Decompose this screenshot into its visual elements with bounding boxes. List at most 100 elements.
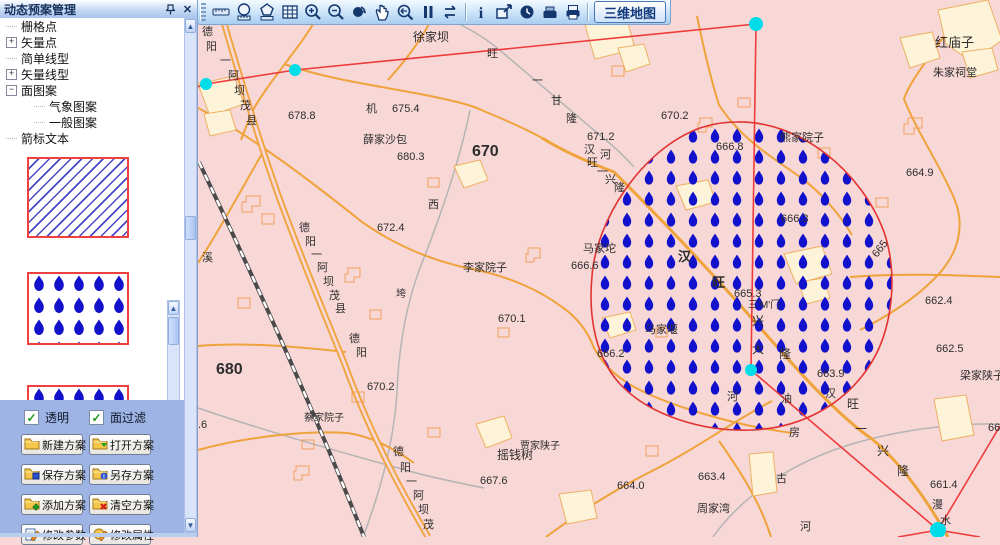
circle-measure-icon[interactable] [232,2,255,22]
tree-item-一般图案[interactable]: 一般图案 [0,114,184,130]
map-label: 隆 [614,180,625,194]
expand-icon[interactable]: + [6,69,17,80]
map-label: 阿 [317,261,328,274]
plan-manager-panel: 动态预案管理 ✕ 栅格点+矢量点简单线型+矢量线型−面图案气象图案一般图案箭标文… [0,0,198,537]
collapse-icon[interactable]: − [6,85,17,96]
save-plan-button[interactable]: 保存方案 [21,464,83,485]
clear-plan-button[interactable]: 清空方案 [89,494,151,515]
vertex-handle[interactable] [745,364,757,376]
expand-icon[interactable]: + [6,37,17,48]
open-plan-icon [92,436,108,454]
scroll-up-icon[interactable]: ▲ [185,19,196,33]
map-label: 670.2 [661,110,689,122]
tree-item-矢量点[interactable]: +矢量点 [0,34,184,50]
checkbox-面过滤[interactable]: ✓ [89,410,104,425]
preview-hatch-pattern[interactable] [27,157,129,238]
map-label: 670.2 [367,381,395,393]
checkbox-透明[interactable]: ✓ [24,410,39,425]
add-plan-button[interactable]: 添加方案 [21,494,83,515]
map-canvas[interactable]: 徐家坝红庙子朱家祠堂678.8机675.4薛家沙包680.3670680672.… [197,0,1000,537]
scroll-thumb[interactable] [185,216,196,240]
map-label: 663.9 [817,368,845,380]
map-label: 66 [988,422,1000,434]
vertex-handle[interactable] [200,78,212,90]
panel-scrollbar[interactable]: ▲ ▼ [184,18,197,533]
map-label: 672.4 [377,222,405,234]
tree-item-label: 箭标文本 [21,130,69,147]
tree-item-面图案[interactable]: −面图案 [0,82,184,98]
tree-item-矢量线型[interactable]: +矢量线型 [0,66,184,82]
zoom-in-icon[interactable] [301,2,324,22]
grid-icon[interactable] [278,2,301,22]
tree-item-简单线型[interactable]: 简单线型 [0,50,184,66]
pause-icon[interactable] [416,2,439,22]
zoom-previous-icon[interactable] [393,2,416,22]
vertex-handle[interactable] [749,17,763,31]
map-label: 一 [406,476,417,488]
map-label: 县 [335,302,346,315]
new-plan-icon [24,436,40,454]
info-icon[interactable]: i [469,2,492,22]
scroll-down-icon[interactable]: ▼ [185,518,196,532]
map-label: 一 [220,55,231,67]
map-label: 666.2 [597,348,625,360]
map-label: 梁家陕子 [960,368,1000,382]
map-label: 670.1 [498,313,526,325]
print-icon[interactable] [561,2,584,22]
map-viewport[interactable]: 徐家坝红庙子朱家祠堂678.8机675.4薛家沙包680.3670680672.… [197,0,1000,537]
map-3d-button[interactable]: 三维地图 [594,1,666,23]
button-label: 另存方案 [110,467,154,483]
map-label: 机 [366,101,377,115]
close-icon[interactable]: ✕ [180,2,195,16]
zoom-out-icon[interactable] [324,2,347,22]
globe-back-icon[interactable] [347,2,370,22]
map-label: 德 [393,444,404,458]
open-plan-button[interactable]: 打开方案 [89,434,151,455]
scroll-thumb[interactable] [168,317,179,345]
new-plan-button[interactable]: 新建方案 [21,434,83,455]
export-icon[interactable] [492,2,515,22]
preview-raindrop-pattern[interactable] [27,272,129,345]
map-label: 熊家院子 [780,130,824,144]
button-label: 保存方案 [42,467,86,483]
map-label: 665.3 [734,288,762,300]
map-label: 670 [472,143,499,160]
map-label: 隆 [897,463,909,478]
button-label: 新建方案 [42,437,86,453]
preview-raindrop-pattern-partial[interactable] [27,385,129,400]
swap-arrows-icon[interactable] [439,2,462,22]
history-clock-icon[interactable] [515,2,538,22]
plan-control-panel: ✓透明✓面过滤 新建方案打开方案保存方案i另存方案添加方案清空方案修改参数修改属… [0,400,184,533]
map-label: 666.3 [781,213,809,225]
map-label: 水 [940,514,951,527]
map-label: 664.0 [617,480,645,492]
polygon-measure-icon[interactable] [255,2,278,22]
saveas-plan-button[interactable]: i另存方案 [89,464,151,485]
ruler-measure-icon[interactable] [209,2,232,22]
map-label: 河 [800,520,811,533]
vertex-handle[interactable] [289,64,301,76]
map-label: 阳 [356,346,367,359]
tree-item-label: 栅格点 [21,18,57,35]
map-label: 阳 [206,40,217,53]
toolbar-separator [465,3,466,21]
map-label: 朱家祠堂 [933,65,977,79]
toolbar-grip-handle[interactable] [200,3,206,21]
map-label: 甘 [551,94,562,107]
map-label: 旺 [712,275,725,290]
pan-hand-icon[interactable] [370,2,393,22]
checkbox-label: 面过滤 [110,409,146,426]
add-plan-icon [24,496,40,514]
map-label: 垮 [396,287,406,300]
disk-icon[interactable] [538,2,561,22]
tree-guide-line [6,58,17,59]
map-label: 680 [216,361,243,378]
pin-icon[interactable] [163,2,178,16]
map-label: 汉 [678,249,692,264]
tree-item-栅格点[interactable]: 栅格点 [0,18,184,34]
map-label: 隆 [566,111,577,125]
preview-scrollbar[interactable]: ▲ ▼ [167,300,180,400]
tree-item-气象图案[interactable]: 气象图案 [0,98,184,114]
tree-item-箭标文本[interactable]: 箭标文本 [0,130,184,146]
scroll-up-icon[interactable]: ▲ [168,301,179,315]
